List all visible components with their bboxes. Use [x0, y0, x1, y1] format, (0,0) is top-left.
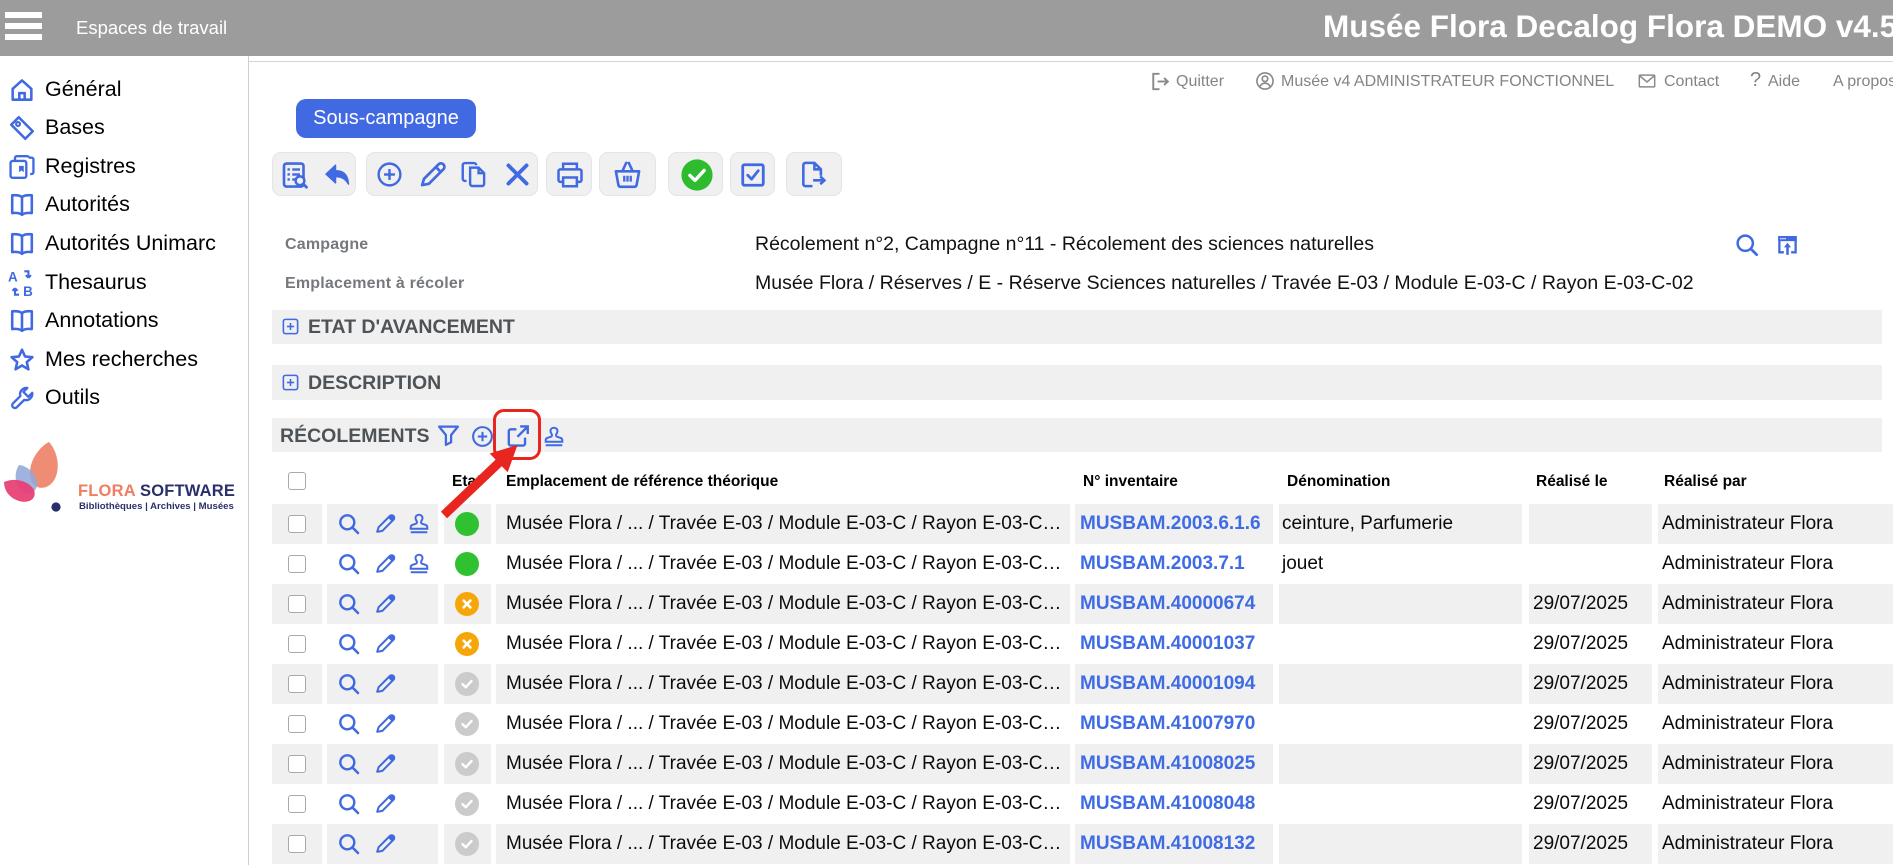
svg-text:A: A	[8, 269, 18, 284]
svg-text:FLORA SOFTWARE: FLORA SOFTWARE	[78, 482, 235, 500]
svg-text:B: B	[23, 283, 33, 296]
